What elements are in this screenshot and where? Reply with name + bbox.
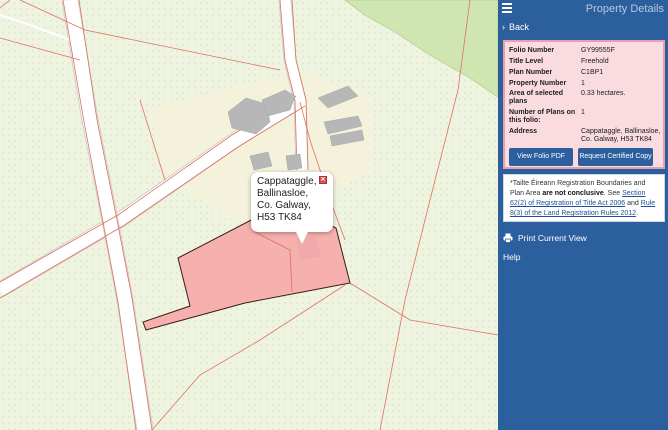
- info-value: 1: [581, 109, 585, 116]
- info-key: Area of selected plans: [509, 90, 564, 105]
- info-value: C1BP1: [581, 69, 604, 76]
- info-value: Cappataggle, Ballinasloe, Co. Galway, H5…: [581, 128, 661, 143]
- printer-icon: [503, 233, 513, 243]
- close-icon[interactable]: ✕: [319, 176, 327, 184]
- notice-and: and: [627, 200, 639, 207]
- print-label: Print Current View: [518, 233, 587, 243]
- address-popup: Cappataggle, Ballinasloe, Co. Galway, H5…: [251, 172, 333, 244]
- request-certified-copy-button[interactable]: Request Certified Copy: [578, 148, 653, 166]
- info-key: Plan Number: [509, 69, 553, 76]
- hamburger-menu-icon[interactable]: [502, 3, 512, 14]
- help-link[interactable]: Help: [503, 251, 520, 263]
- info-value: 1: [581, 80, 585, 87]
- back-link[interactable]: › Back: [502, 22, 529, 36]
- map-view[interactable]: Cappataggle, Ballinasloe, Co. Galway, H5…: [0, 0, 498, 430]
- back-label: Back: [509, 22, 530, 32]
- notice-see: . See: [603, 190, 621, 197]
- info-key: Address: [509, 128, 538, 135]
- chevron-right-icon: ›: [502, 22, 505, 32]
- popup-line-3: Co. Galway,: [257, 200, 311, 211]
- view-folio-pdf-button[interactable]: View Folio PDF: [509, 148, 573, 166]
- print-current-view-link[interactable]: Print Current View: [503, 232, 587, 244]
- info-key: Number of Plans on this folio:: [509, 109, 576, 124]
- popup-pointer: [295, 230, 309, 244]
- info-value: Freehold: [581, 58, 609, 65]
- popup-line-2: Ballinasloe,: [257, 188, 309, 199]
- info-key: Title Level: [509, 58, 544, 65]
- registration-disclaimer: *Tailte Éireann Registration Boundaries …: [503, 174, 665, 222]
- popup-line-4: H53 TK84: [257, 212, 302, 223]
- info-value: 0.33 hectares.: [581, 90, 626, 97]
- notice-emphasis: are not conclusive: [542, 190, 604, 197]
- info-key: Folio Number: [509, 47, 555, 54]
- notice-end: .: [636, 210, 639, 217]
- info-value: GY99555F: [581, 47, 615, 54]
- info-key: Property Number: [509, 80, 567, 87]
- panel-title: Property Details: [585, 3, 664, 15]
- panel-header: Property Details: [498, 0, 668, 19]
- popup-line-1: Cappataggle,: [257, 176, 317, 187]
- folio-info-box: Folio Number GY99555F Title Level Freeho…: [503, 40, 665, 169]
- map-canvas[interactable]: [0, 0, 498, 430]
